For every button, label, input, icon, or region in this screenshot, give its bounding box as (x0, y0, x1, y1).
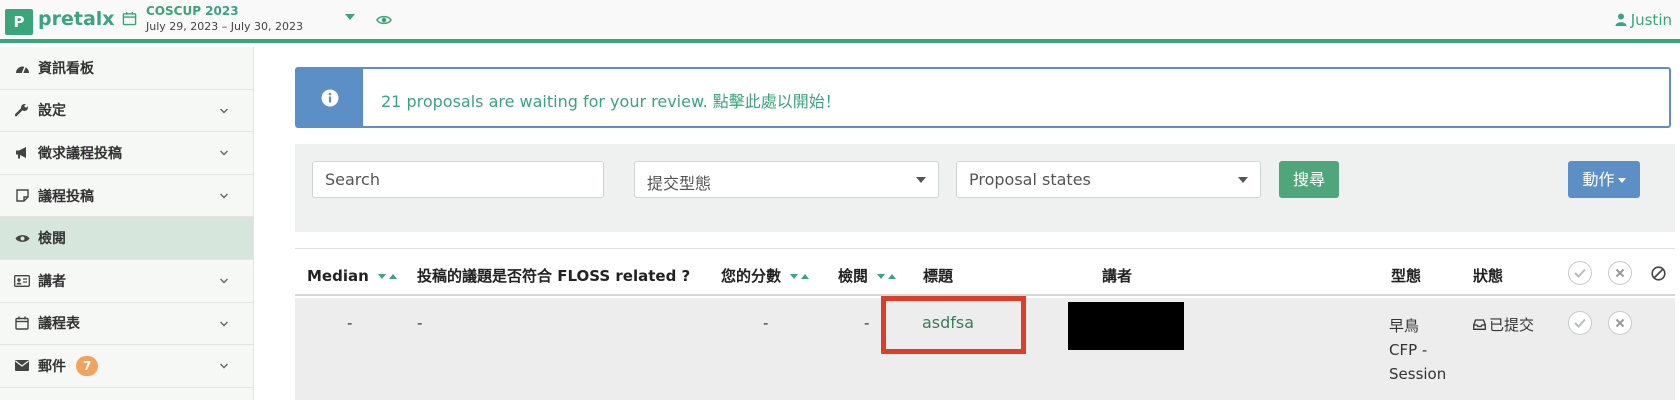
top-bar: P pretalx COSCUP 2023 July 29, 2023 – Ju… (0, 0, 1680, 43)
chevron-down-icon (220, 363, 228, 369)
info-icon-box (297, 69, 363, 126)
sidebar-item-dashboard[interactable]: 資訊看板 (0, 47, 253, 90)
col-median[interactable]: Median (307, 265, 398, 285)
sidebar-item-review[interactable]: 檢閱 (0, 217, 253, 260)
sidebar-item-label: 郵件 (38, 358, 66, 375)
sidebar-item-schedule[interactable]: 議程表 (0, 303, 253, 346)
sidebar-item-speakers[interactable]: 講者 (0, 260, 253, 303)
unread-count-badge: 7 (76, 355, 99, 376)
sidebar-item-label: 講者 (38, 273, 66, 290)
sidebar-item-label: 徵求議程投稿 (38, 145, 122, 162)
sort-icon[interactable] (790, 265, 810, 283)
sidebar-item-cfp[interactable]: 徵求議程投稿 (0, 132, 253, 175)
megaphone-icon (14, 145, 30, 161)
actions-dropdown-button[interactable]: 動作 (1568, 161, 1640, 198)
app-name[interactable]: pretalx (38, 8, 115, 30)
submission-type-placeholder: 提交型態 (647, 174, 712, 193)
envelope-icon (14, 358, 30, 374)
col-floss: 投稿的議題是否符合 FLOSS related ? (417, 267, 691, 285)
reject-button[interactable] (1608, 311, 1632, 335)
search-input[interactable]: Search (312, 161, 604, 198)
sidebar-item-label: 議程表 (38, 316, 80, 333)
chevron-down-icon (220, 278, 228, 284)
table-divider (295, 248, 1675, 249)
col-review-label: 檢閱 (838, 267, 869, 285)
dropdown-caret-icon (916, 177, 926, 183)
filter-bar: Search 提交型態 Proposal states 搜尋 動作 (295, 144, 1675, 232)
col-median-label: Median (307, 267, 369, 285)
close-icon (1615, 268, 1625, 278)
cell-your-score: - (763, 314, 769, 332)
col-type: 型態 (1391, 267, 1422, 285)
sort-icon[interactable] (378, 265, 398, 283)
cell-median: - (347, 314, 353, 332)
check-icon (1574, 268, 1586, 278)
chevron-down-icon (220, 321, 228, 327)
chevron-down-icon (220, 193, 228, 199)
review-alert[interactable]: 21 proposals are waiting for your review… (295, 67, 1671, 128)
col-state: 狀態 (1473, 267, 1504, 285)
col-review[interactable]: 檢閱 (838, 265, 897, 286)
type-line: CFP - (1389, 341, 1428, 359)
sidebar-item-label: 設定 (38, 103, 66, 120)
cell-floss: - (417, 314, 423, 332)
close-icon (1615, 318, 1625, 328)
eye-icon (14, 230, 30, 246)
sidebar-item-settings[interactable]: 設定 (0, 90, 253, 133)
user-name: Justin (1630, 11, 1672, 29)
accept-button[interactable] (1568, 311, 1592, 335)
event-dates: July 29, 2023 – July 30, 2023 (146, 20, 304, 33)
col-title: 標題 (923, 267, 954, 285)
event-name[interactable]: COSCUP 2023 (146, 4, 239, 18)
type-line: Session (1389, 365, 1447, 383)
note-icon (14, 188, 30, 204)
table-header: Median 投稿的議題是否符合 FLOSS related ? 您的分數 檢閱… (295, 250, 1675, 296)
type-line: 早鳥 (1389, 317, 1420, 335)
search-placeholder: Search (325, 170, 380, 189)
col-your-score-label: 您的分數 (721, 267, 782, 285)
info-icon (321, 89, 339, 106)
highlight-annotation (881, 296, 1026, 354)
sidebar-item-submissions[interactable]: 議程投稿 (0, 175, 253, 218)
cell-review: - (864, 314, 870, 332)
sidebar-item-label: 檢閱 (38, 231, 66, 248)
calendar-icon (122, 11, 137, 26)
reject-all-button[interactable] (1608, 261, 1632, 285)
sort-icon[interactable] (877, 265, 897, 283)
dropdown-caret-icon (1238, 177, 1248, 183)
submission-type-select[interactable]: 提交型態 (634, 161, 939, 198)
alert-text[interactable]: 21 proposals are waiting for your review… (381, 88, 841, 112)
search-button[interactable]: 搜尋 (1279, 161, 1339, 198)
chevron-down-icon (220, 108, 228, 114)
user-menu[interactable]: Justin (1615, 11, 1672, 29)
actions-label: 動作 (1582, 170, 1615, 189)
accept-all-button[interactable] (1568, 261, 1592, 285)
chevron-down-icon (220, 150, 228, 156)
sidebar-item-label: 議程投稿 (38, 188, 94, 205)
redacted-speaker (1068, 302, 1184, 350)
sidebar-item-label: 資訊看板 (38, 60, 94, 77)
check-icon (1574, 318, 1586, 328)
id-card-icon (14, 273, 30, 289)
caret-down-icon (1617, 178, 1626, 183)
col-speaker: 講者 (1102, 267, 1133, 285)
proposal-states-select[interactable]: Proposal states (956, 161, 1261, 198)
col-your-score[interactable]: 您的分數 (721, 265, 810, 286)
cell-state[interactable]: 已提交 (1473, 314, 1534, 335)
calendar-icon (14, 315, 30, 331)
dashboard-icon (14, 60, 30, 76)
clear-icon[interactable] (1651, 266, 1666, 281)
pretalx-logo[interactable]: P (5, 9, 33, 35)
inbox-icon (1473, 319, 1486, 330)
user-icon (1615, 13, 1627, 26)
cell-type: 早鳥 CFP - Session (1389, 314, 1446, 386)
event-switcher-caret-icon[interactable] (345, 14, 355, 20)
eye-icon[interactable] (376, 12, 392, 28)
sidebar-item-mails[interactable]: 郵件 7 (0, 345, 253, 388)
state-label: 已提交 (1489, 316, 1535, 334)
proposal-states-placeholder: Proposal states (969, 170, 1091, 189)
wrench-icon (14, 102, 30, 118)
sidebar: 資訊看板 設定 徵求議程投稿 議程投稿 檢閱 講者 議程表 郵件 7 (0, 47, 254, 400)
